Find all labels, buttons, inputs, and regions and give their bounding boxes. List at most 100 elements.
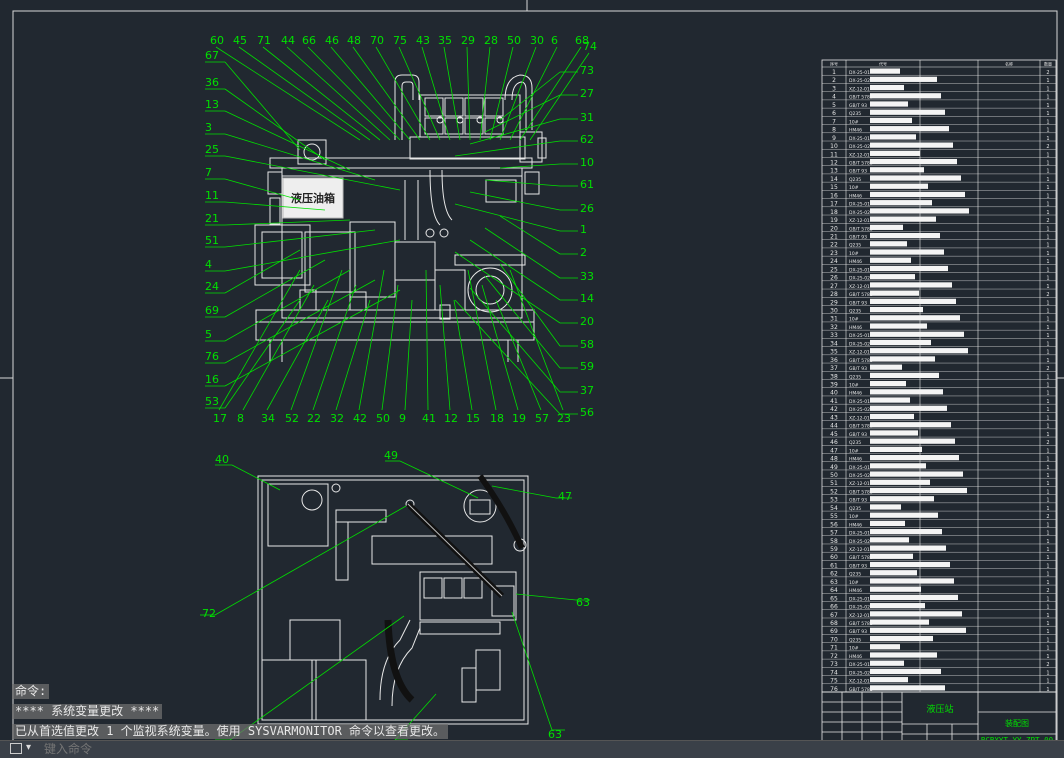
parts-row-code: 10# bbox=[849, 514, 859, 520]
callout-57: 57 bbox=[535, 412, 549, 425]
parts-row-code: 10# bbox=[849, 317, 859, 323]
parts-row-qty: 1 bbox=[1046, 103, 1049, 109]
parts-row-code: Q235 bbox=[849, 243, 861, 249]
command-history-line-1: **** 系统变量更改 **** bbox=[12, 704, 163, 719]
callout-48: 48 bbox=[347, 34, 361, 47]
parts-row-code: HM46 bbox=[849, 654, 862, 660]
tank-label: 液压油箱 bbox=[291, 191, 335, 205]
parts-row-number: 67 bbox=[830, 612, 838, 619]
callout-30: 30 bbox=[530, 34, 544, 47]
parts-row-code: GB/T 5783 bbox=[849, 555, 873, 561]
command-history-line-2: 已从首选值更改 1 个监视系统变量。使用 SYSVARMONITOR 命令以查看… bbox=[12, 724, 449, 739]
parts-row-qty: 1 bbox=[1046, 234, 1049, 240]
chevron-down-icon[interactable]: ▾ bbox=[26, 742, 31, 753]
command-input[interactable] bbox=[44, 741, 444, 757]
parts-row-qty: 1 bbox=[1046, 202, 1049, 208]
parts-row-number: 73 bbox=[830, 661, 838, 668]
parts-row-number: 64 bbox=[830, 587, 838, 594]
parts-row-number: 33 bbox=[830, 332, 838, 339]
parts-row-code: DX-25-01 bbox=[849, 531, 870, 537]
callout-28: 28 bbox=[484, 34, 498, 47]
parts-row-number: 42 bbox=[830, 406, 838, 413]
parts-row-number: 2 bbox=[832, 77, 836, 84]
parts-row-qty: 1 bbox=[1046, 383, 1049, 389]
callout-50: 50 bbox=[507, 34, 521, 47]
parts-row-code: DX-25-02 bbox=[849, 341, 870, 347]
parts-row-code: 10# bbox=[849, 646, 859, 652]
parts-row-number: 16 bbox=[830, 192, 838, 199]
parts-row-number: 59 bbox=[830, 546, 838, 553]
callout-32: 32 bbox=[330, 412, 344, 425]
parts-row-code: XZ-12-01 bbox=[849, 481, 870, 487]
parts-row-code: DX-25-02 bbox=[849, 670, 870, 676]
parts-row-number: 51 bbox=[830, 480, 838, 487]
parts-row-code: DX-25-02 bbox=[849, 144, 870, 150]
parts-row-number: 26 bbox=[830, 275, 838, 282]
parts-row-code: Q235 bbox=[849, 572, 861, 578]
parts-row-number: 1 bbox=[832, 69, 836, 76]
callout-24: 24 bbox=[205, 280, 219, 293]
parts-row-number: 11 bbox=[830, 151, 838, 158]
parts-row-code: Q235 bbox=[849, 177, 861, 183]
command-window-icon[interactable] bbox=[10, 743, 22, 754]
callout-2: 2 bbox=[580, 246, 587, 259]
command-prompt-label: 命令: bbox=[12, 684, 50, 699]
parts-row-code: GB/T 93 bbox=[849, 169, 867, 175]
parts-row-number: 4 bbox=[832, 94, 836, 101]
parts-row-qty: 1 bbox=[1046, 350, 1049, 356]
parts-row-number: 61 bbox=[830, 562, 838, 569]
callout-22: 22 bbox=[307, 412, 321, 425]
parts-row-qty: 1 bbox=[1046, 637, 1049, 643]
cad-canvas[interactable]: 液压油箱 40 49 47 72 63 63 序号 代号 名称 数量1 DX-2… bbox=[0, 0, 1064, 757]
parts-row-number: 8 bbox=[832, 127, 836, 134]
parts-row-qty: 1 bbox=[1046, 465, 1049, 471]
parts-row-number: 44 bbox=[830, 423, 838, 430]
callout-15: 15 bbox=[466, 412, 480, 425]
parts-row-qty: 1 bbox=[1046, 160, 1049, 166]
parts-row-number: 31 bbox=[830, 316, 838, 323]
callout-34: 34 bbox=[261, 412, 275, 425]
company-name: 装配图 bbox=[1005, 718, 1029, 728]
callout-26: 26 bbox=[580, 202, 594, 215]
callout-71: 71 bbox=[257, 34, 271, 47]
parts-row-code: HM46 bbox=[849, 128, 862, 134]
parts-row-qty: 2 bbox=[1046, 144, 1049, 150]
callout-43: 43 bbox=[416, 34, 430, 47]
parts-row-number: 62 bbox=[830, 571, 838, 578]
parts-row-qty: 1 bbox=[1046, 531, 1049, 537]
callout-18: 18 bbox=[490, 412, 504, 425]
parts-row-qty: 1 bbox=[1046, 670, 1049, 676]
parts-row-qty: 1 bbox=[1046, 629, 1049, 635]
parts-row-number: 20 bbox=[830, 225, 838, 232]
parts-header-2: 名称 bbox=[1005, 61, 1013, 67]
parts-row-number: 60 bbox=[830, 554, 838, 561]
callout-62: 62 bbox=[580, 133, 594, 146]
parts-row-code: DX-25-02 bbox=[849, 276, 870, 282]
parts-row-code: GB/T 5783 bbox=[849, 226, 873, 232]
parts-row-code: XZ-12-01 bbox=[849, 152, 870, 158]
parts-row-code: GB/T 93 bbox=[849, 432, 867, 438]
callout-1: 1 bbox=[580, 223, 587, 236]
parts-row-code: XZ-12-01 bbox=[849, 415, 870, 421]
callout-5: 5 bbox=[205, 328, 212, 341]
parts-row-qty: 2 bbox=[1046, 588, 1049, 594]
parts-row-qty: 1 bbox=[1046, 555, 1049, 561]
parts-row-qty: 1 bbox=[1046, 259, 1049, 265]
parts-row-qty: 1 bbox=[1046, 78, 1049, 84]
parts-row-code: HM46 bbox=[849, 193, 862, 199]
parts-row-qty: 1 bbox=[1046, 341, 1049, 347]
callout-70: 70 bbox=[370, 34, 384, 47]
callout-66: 66 bbox=[302, 34, 316, 47]
parts-row-qty: 1 bbox=[1046, 374, 1049, 380]
parts-row-qty: 1 bbox=[1046, 580, 1049, 586]
parts-row-qty: 1 bbox=[1046, 424, 1049, 430]
callout-11: 11 bbox=[205, 189, 219, 202]
parts-row-number: 15 bbox=[830, 184, 838, 191]
parts-row-code: GB/T 5783 bbox=[849, 95, 873, 101]
parts-row-qty: 1 bbox=[1046, 243, 1049, 249]
callout-52: 52 bbox=[285, 412, 299, 425]
parts-row-number: 49 bbox=[830, 464, 838, 471]
parts-row-qty: 1 bbox=[1046, 136, 1049, 142]
callout-8: 8 bbox=[237, 412, 244, 425]
parts-row-number: 46 bbox=[830, 439, 838, 446]
